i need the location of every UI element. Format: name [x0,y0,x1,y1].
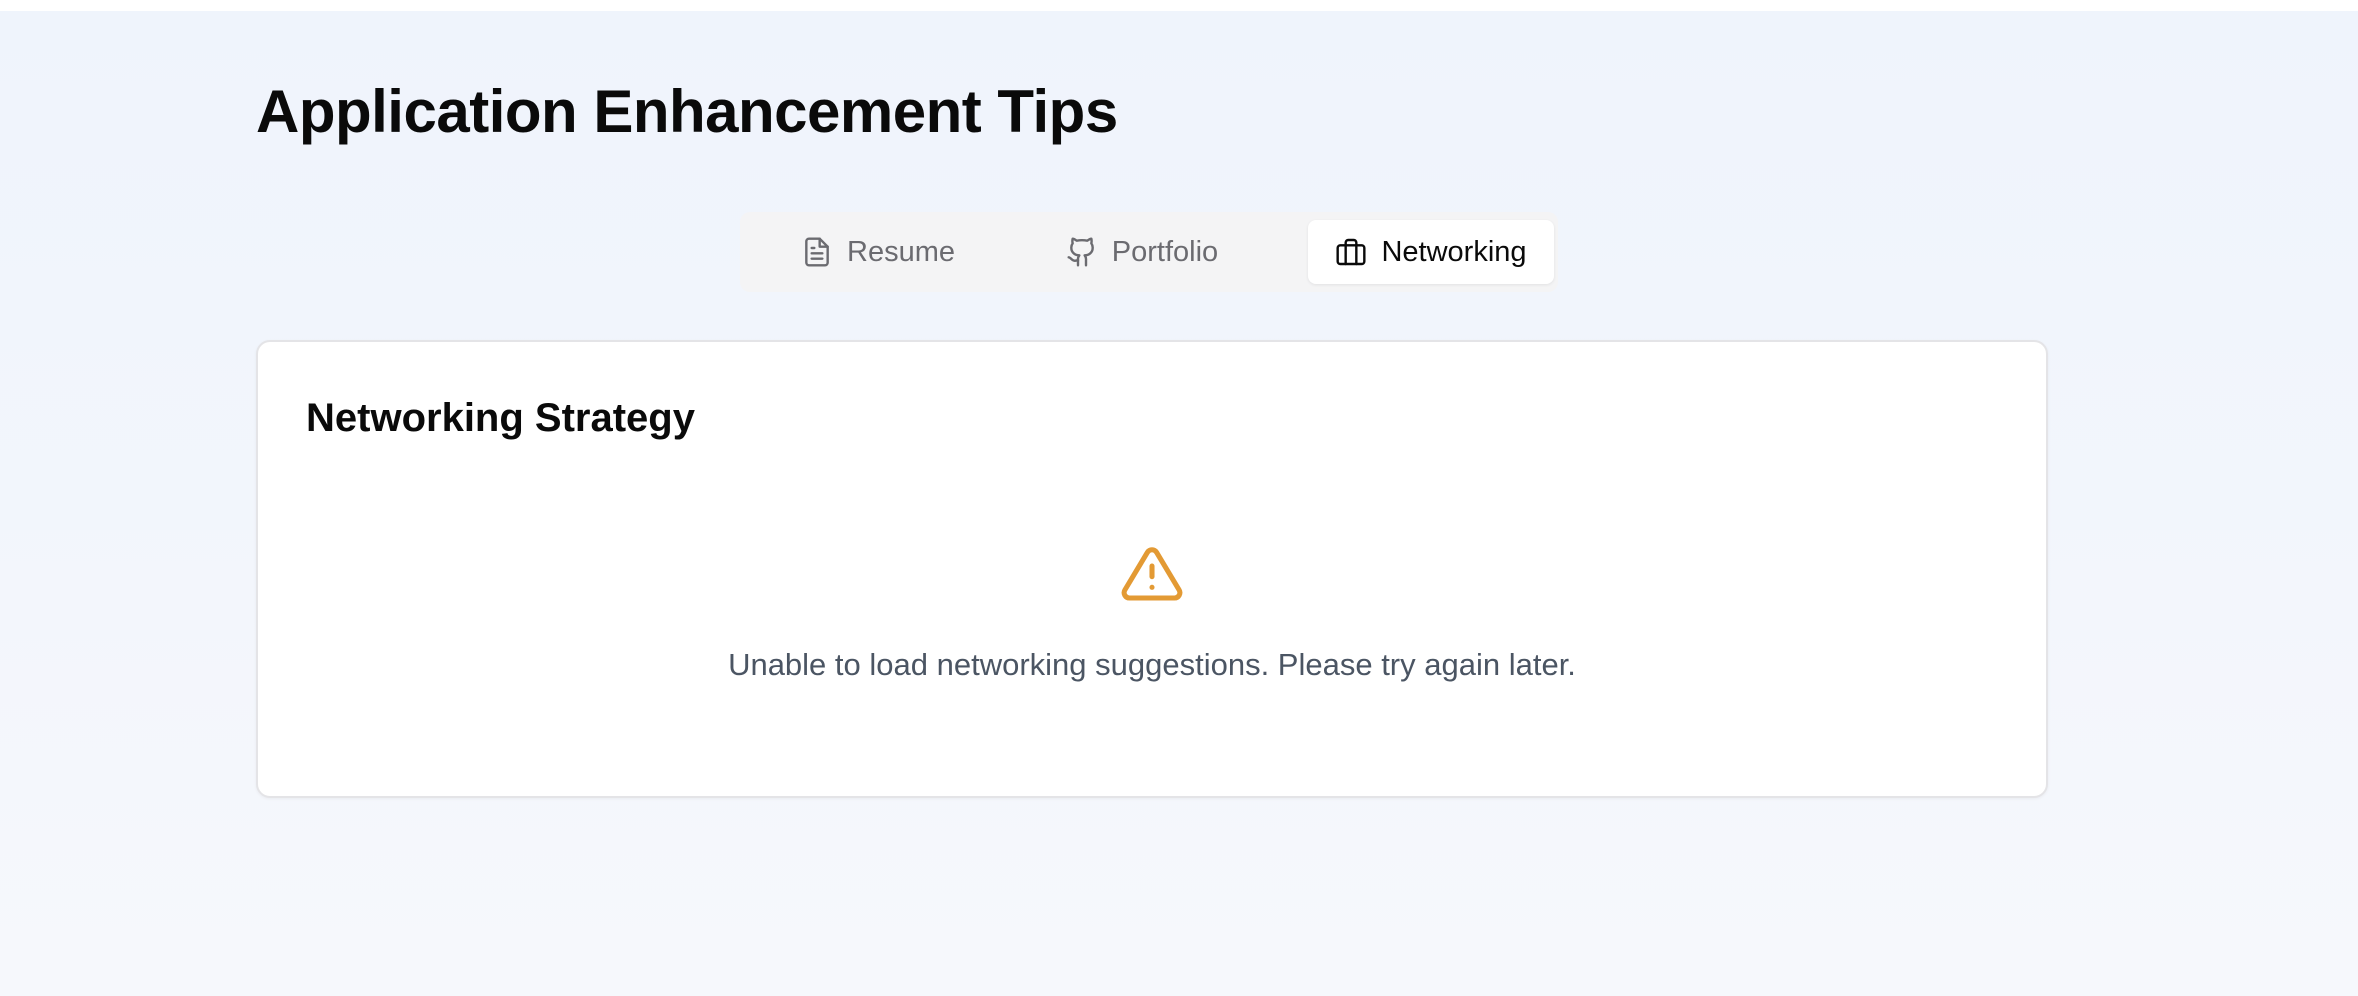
file-text-icon [805,237,829,267]
alert-triangle-icon [1121,547,1183,601]
tab-networking[interactable]: Networking [1308,220,1554,284]
card-title: Networking Strategy [306,396,695,440]
tab-bar: Resume Portfolio Networking [740,212,1558,292]
briefcase-icon [1336,238,1367,266]
github-icon [1067,237,1094,267]
tab-portfolio[interactable]: Portfolio [1010,220,1274,284]
tab-portfolio-label: Portfolio [1111,235,1219,268]
tab-networking-label: Networking [1381,235,1527,268]
tab-resume-label: Resume [847,235,955,268]
tab-resume[interactable]: Resume [748,220,1008,284]
error-message: Unable to load networking suggestions. P… [728,647,1576,682]
page-title: Application Enhancement Tips [256,78,1118,145]
networking-strategy-card: Networking Strategy Unable to load netwo… [256,340,2048,798]
